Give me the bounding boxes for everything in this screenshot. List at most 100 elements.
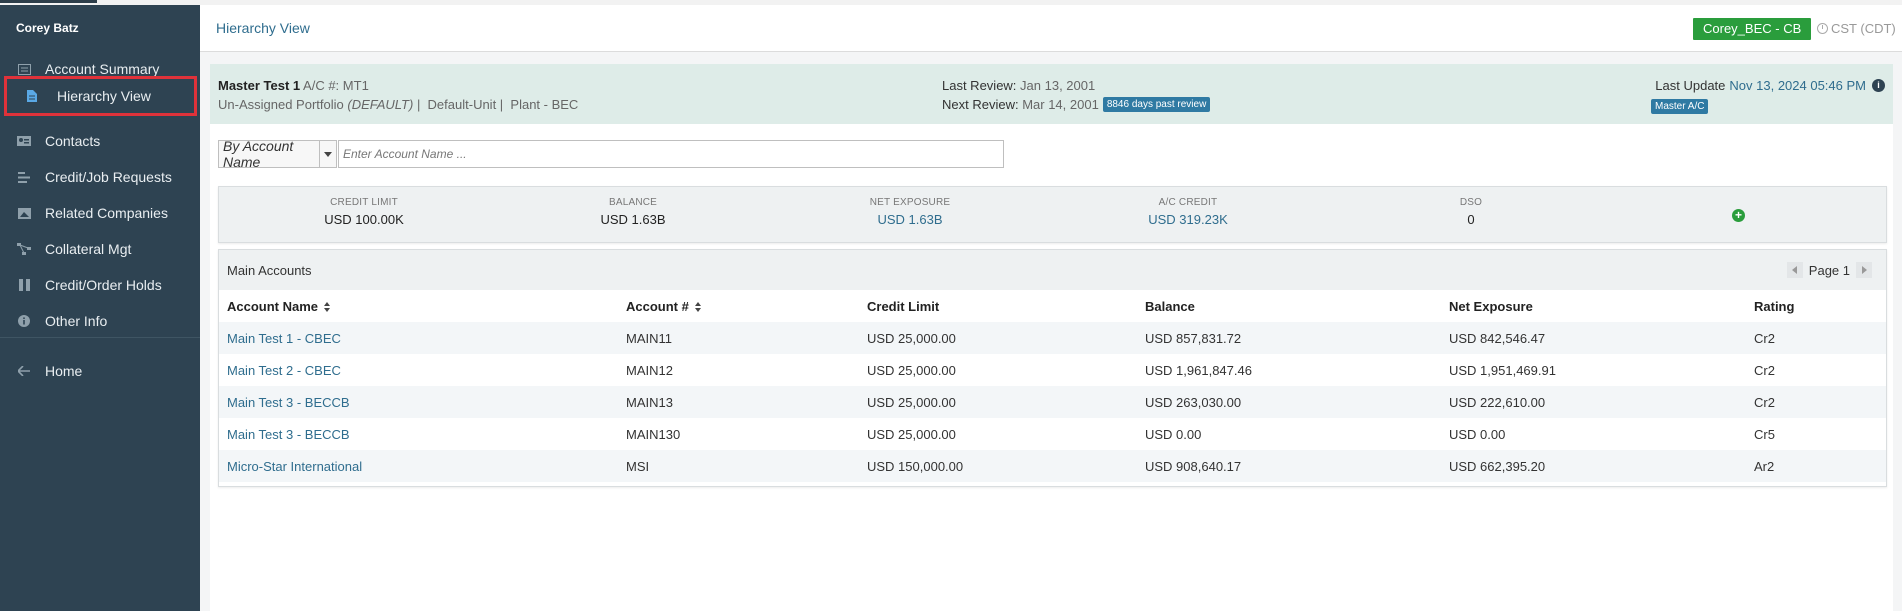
list-icon: [17, 170, 31, 184]
document-icon: [25, 89, 39, 103]
chevron-down-icon[interactable]: [320, 140, 337, 168]
summary-icon: [17, 62, 31, 76]
table-row: Main Test 3 - BECCB MAIN13 USD 25,000.00…: [219, 386, 1886, 418]
balance-cell: USD 857,831.72: [1137, 322, 1441, 354]
sidebar-item-label: Related Companies: [45, 205, 168, 221]
sidebar-item-credit-order-holds[interactable]: Credit/Order Holds: [0, 267, 200, 303]
main-accounts-panel: Main Accounts Page 1 Account Name Accoun…: [218, 249, 1887, 487]
dso-label: DSO: [1459, 197, 1483, 208]
sidebar-item-home[interactable]: Home: [0, 353, 200, 389]
balance-cell: USD 1,961,847.46: [1145, 362, 1252, 378]
share-icon: [17, 242, 31, 256]
info-icon[interactable]: i: [1872, 79, 1885, 92]
clock-icon: [1817, 23, 1828, 34]
account-number-cell: MAIN130: [626, 426, 681, 442]
last-review-label: Last Review:: [942, 78, 1017, 93]
account-number-cell: MAIN11: [618, 322, 859, 354]
credit-limit-cell: USD 25,000.00: [859, 386, 1137, 418]
panel-header: Main Accounts Page 1: [219, 250, 1886, 290]
next-review-date: Mar 14, 2001: [1022, 97, 1099, 112]
ac-credit-tile: A/C CREDIT USD 319.23K: [1113, 197, 1263, 227]
main-area: Master Test 1 A/C #: MT1 Un-Assigned Por…: [200, 52, 1902, 611]
sidebar-item-label: Credit/Job Requests: [45, 169, 172, 185]
user-name: Corey Batz: [16, 21, 79, 35]
credit-limit-cell: USD 25,000.00: [867, 362, 956, 378]
sidebar-item-label: Other Info: [45, 313, 108, 329]
info-icon: [17, 314, 31, 328]
ac-credit-value[interactable]: USD 319.23K: [1113, 212, 1263, 227]
account-link[interactable]: Main Test 3 - BECCB: [227, 427, 350, 442]
sidebar-item-contacts[interactable]: Contacts: [0, 123, 200, 159]
net-exposure-label: NET EXPOSURE: [869, 197, 951, 208]
column-header-account-name[interactable]: Account Name: [219, 290, 618, 322]
panel-title: Main Accounts: [227, 263, 312, 278]
rating-cell: Ar2: [1746, 450, 1886, 482]
balance-tile: BALANCE USD 1.63B: [558, 197, 708, 227]
user-context-button[interactable]: Corey_BEC - CB: [1693, 18, 1812, 40]
last-review: Last Review: Jan 13, 2001: [942, 78, 1095, 93]
contact-card-icon: [17, 134, 31, 148]
account-name: Master Test 1: [218, 78, 301, 93]
unit-name: Default-Unit: [427, 97, 497, 112]
column-header-net-exposure: Net Exposure: [1449, 298, 1533, 314]
sidebar-item-label: Account Summary: [45, 61, 160, 77]
sidebar-item-label: Credit/Order Holds: [45, 277, 162, 293]
portfolio-note: (DEFAULT): [347, 97, 414, 112]
accounts-table: Account Name Account # Credit Limit Bala…: [219, 290, 1886, 482]
table-row: Micro-Star International MSI USD 150,000…: [219, 450, 1886, 482]
column-header-account-number[interactable]: Account #: [618, 290, 859, 322]
account-name-search-input[interactable]: [338, 140, 1004, 168]
net-exposure-cell: USD 1,951,469.91: [1449, 362, 1556, 378]
net-exposure-value[interactable]: USD 1.63B: [835, 212, 985, 227]
balance-cell: USD 908,640.17: [1137, 450, 1441, 482]
summary-tiles: CREDIT LIMIT USD 100.00K BALANCE USD 1.6…: [218, 186, 1887, 243]
search-mode-select[interactable]: By Account Name: [218, 138, 320, 170]
sidebar: Corey Batz Account Summary Hierarchy Vie…: [0, 5, 200, 611]
sidebar-item-label: Home: [45, 363, 83, 379]
account-search: By Account Name: [218, 138, 1004, 170]
next-page-icon[interactable]: [1856, 262, 1872, 278]
breadcrumb[interactable]: Hierarchy View: [216, 20, 310, 36]
last-update-date: Nov 13, 2024 05:46 PM: [1729, 78, 1866, 93]
sidebar-item-other-info[interactable]: Other Info: [0, 303, 200, 339]
account-link[interactable]: Micro-Star International: [227, 459, 362, 474]
account-link[interactable]: Main Test 2 - CBEC: [227, 363, 341, 378]
sidebar-item-label: Hierarchy View: [57, 88, 151, 104]
rating-cell: Cr2: [1754, 362, 1775, 378]
balance-label: BALANCE: [608, 197, 658, 208]
timezone-indicator: CST (CDT): [1817, 21, 1896, 36]
account-title-line: Master Test 1 A/C #: MT1: [218, 78, 369, 93]
sort-icon[interactable]: [324, 301, 332, 313]
prev-page-icon[interactable]: [1786, 262, 1803, 278]
sidebar-item-label: Collateral Mgt: [45, 241, 132, 257]
last-review-date: Jan 13, 2001: [1020, 78, 1096, 93]
sidebar-item-related-companies[interactable]: Related Companies: [0, 195, 200, 231]
account-portfolio-line: Un-Assigned Portfolio (DEFAULT) | Defaul…: [218, 97, 579, 112]
related-icon: [17, 206, 31, 220]
sidebar-item-hierarchy-view[interactable]: Hierarchy View: [4, 76, 197, 116]
column-header-credit-limit: Credit Limit: [867, 298, 940, 314]
sidebar-item-label: Contacts: [45, 133, 101, 149]
balance-value: USD 1.63B: [600, 212, 666, 227]
sidebar-item-credit-job-requests[interactable]: Credit/Job Requests: [0, 159, 200, 195]
credit-limit-cell: USD 150,000.00: [859, 450, 1137, 482]
credit-limit-cell: USD 25,000.00: [867, 426, 956, 442]
table-header-row: Account Name Account # Credit Limit Bala…: [219, 290, 1886, 322]
dso-tile: DSO 0: [1431, 197, 1511, 227]
sort-icon[interactable]: [694, 301, 703, 313]
column-header-rating: Rating: [1754, 298, 1795, 314]
ac-number: MT1: [342, 78, 369, 93]
credit-limit-label: CREDIT LIMIT: [330, 197, 398, 208]
last-update-label: Last Update: [1655, 78, 1726, 93]
plus-circle-icon[interactable]: +: [1732, 209, 1745, 222]
master-ac-badge: Master A/C: [1651, 99, 1709, 114]
account-link[interactable]: Main Test 1 - CBEC: [227, 331, 341, 346]
net-exposure-tile: NET EXPOSURE USD 1.63B: [835, 197, 985, 227]
net-exposure-cell: USD 222,610.00: [1441, 386, 1746, 418]
column-header-balance: Balance: [1145, 298, 1195, 314]
credit-limit-cell: USD 25,000.00: [859, 322, 1137, 354]
page-label: Page 1: [1808, 262, 1850, 278]
sidebar-item-collateral-mgt[interactable]: Collateral Mgt: [0, 231, 200, 267]
account-link[interactable]: Main Test 3 - BECCB: [227, 395, 350, 410]
sidebar-divider: [0, 337, 200, 338]
